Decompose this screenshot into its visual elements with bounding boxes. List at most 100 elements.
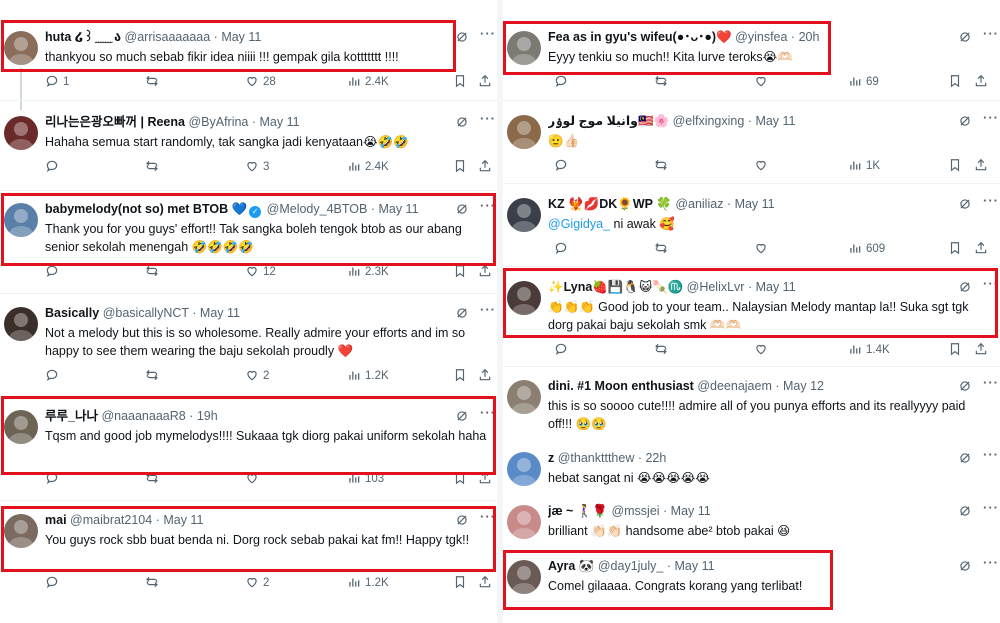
tweet-timestamp[interactable]: 22h — [645, 451, 666, 465]
display-name[interactable]: dini. #1 Moon enthusiast — [548, 379, 694, 393]
tweet-timestamp[interactable]: May 11 — [674, 559, 714, 573]
reply-button[interactable] — [554, 158, 572, 174]
more-icon[interactable]: ··· — [983, 448, 999, 462]
tweet-timestamp[interactable]: 19h — [197, 409, 218, 423]
like-button[interactable] — [754, 74, 772, 90]
more-icon[interactable]: ··· — [983, 27, 999, 41]
views-button[interactable]: 2.3K — [347, 264, 389, 280]
bookmark-button[interactable] — [453, 264, 471, 280]
display-name[interactable]: jæ ~ 🚶‍♀️🌹 — [548, 504, 608, 518]
display-name[interactable]: Ayra 🐼 — [548, 559, 594, 573]
user-handle[interactable]: @deenajaem — [697, 379, 772, 393]
user-handle[interactable]: @day1july_ — [598, 559, 664, 573]
avatar[interactable] — [507, 115, 541, 149]
more-icon[interactable]: ··· — [983, 501, 999, 515]
display-name[interactable]: babymelody(not so) met BTOB 💙 — [45, 202, 247, 216]
bookmark-button[interactable] — [453, 74, 471, 90]
reply-button[interactable] — [45, 575, 63, 591]
repost-button[interactable] — [145, 368, 163, 384]
views-button[interactable]: 1.2K — [347, 368, 389, 384]
share-button[interactable] — [478, 159, 496, 175]
tweet-timestamp[interactable]: 20h — [799, 30, 820, 44]
grok-icon[interactable] — [958, 280, 972, 294]
share-button[interactable] — [478, 368, 496, 384]
user-handle[interactable]: @Melody_4BTOB — [267, 202, 368, 216]
user-handle[interactable]: @aniliaz — [675, 197, 723, 211]
avatar[interactable] — [4, 307, 38, 341]
repost-button[interactable] — [654, 158, 672, 174]
reply-button[interactable] — [554, 342, 572, 358]
grok-icon[interactable] — [958, 30, 972, 44]
user-handle[interactable]: @maibrat2104 — [70, 513, 152, 527]
mention-link[interactable]: @Gigidya_ — [548, 217, 610, 231]
grok-icon[interactable] — [958, 559, 972, 573]
bookmark-button[interactable] — [948, 158, 966, 174]
more-icon[interactable]: ··· — [983, 194, 999, 208]
grok-icon[interactable] — [455, 30, 469, 44]
user-handle[interactable]: @yinsfea — [735, 30, 787, 44]
more-icon[interactable]: ··· — [480, 303, 496, 317]
tweet-timestamp[interactable]: May 11 — [378, 202, 418, 216]
avatar[interactable] — [507, 452, 541, 486]
repost-button[interactable] — [145, 74, 163, 90]
grok-icon[interactable] — [455, 115, 469, 129]
like-button[interactable]: 28 — [245, 74, 276, 90]
more-icon[interactable]: ··· — [480, 510, 496, 524]
display-name[interactable]: KZ 🐦‍🔥💋DK🌻WP 🍀 — [548, 197, 672, 211]
grok-icon[interactable] — [958, 504, 972, 518]
user-handle[interactable]: @ByAfrina — [188, 115, 248, 129]
user-handle[interactable]: @thankttthew — [558, 451, 635, 465]
bookmark-button[interactable] — [453, 575, 471, 591]
tweet-timestamp[interactable]: May 12 — [783, 379, 824, 393]
bookmark-button[interactable] — [453, 159, 471, 175]
views-button[interactable]: 1.2K — [347, 575, 389, 591]
views-button[interactable]: 609 — [848, 241, 885, 257]
display-name[interactable]: Basically — [45, 306, 99, 320]
display-name[interactable]: z — [548, 451, 554, 465]
bookmark-button[interactable] — [453, 368, 471, 384]
bookmark-button[interactable] — [948, 241, 966, 257]
share-button[interactable] — [478, 74, 496, 90]
like-button[interactable]: 2 — [245, 575, 269, 591]
share-button[interactable] — [974, 241, 992, 257]
display-name[interactable]: وانيلا موج لوۏر🇲🇾🌸 — [548, 114, 669, 128]
grok-icon[interactable] — [958, 114, 972, 128]
views-button[interactable]: 2.4K — [347, 74, 389, 90]
tweet-timestamp[interactable]: May 11 — [200, 306, 240, 320]
reply-button[interactable] — [45, 264, 63, 280]
grok-icon[interactable] — [455, 409, 469, 423]
grok-icon[interactable] — [958, 197, 972, 211]
reply-button[interactable] — [45, 159, 63, 175]
bookmark-button[interactable] — [948, 74, 966, 90]
share-button[interactable] — [478, 575, 496, 591]
views-button[interactable]: 1K — [848, 158, 880, 174]
avatar[interactable] — [4, 31, 38, 65]
reply-button[interactable] — [45, 368, 63, 384]
avatar[interactable] — [507, 380, 541, 414]
views-button[interactable]: 103 — [347, 471, 384, 487]
repost-button[interactable] — [145, 264, 163, 280]
tweet-timestamp[interactable]: May 11 — [671, 504, 711, 518]
avatar[interactable] — [4, 410, 38, 444]
repost-button[interactable] — [654, 241, 672, 257]
avatar[interactable] — [507, 198, 541, 232]
share-button[interactable] — [478, 264, 496, 280]
repost-button[interactable] — [654, 74, 672, 90]
more-icon[interactable]: ··· — [983, 277, 999, 291]
share-button[interactable] — [478, 471, 496, 487]
share-button[interactable] — [974, 342, 992, 358]
reply-button[interactable] — [45, 471, 63, 487]
repost-button[interactable] — [145, 575, 163, 591]
more-icon[interactable]: ··· — [983, 376, 999, 390]
like-button[interactable] — [754, 158, 772, 174]
display-name[interactable]: Fea as in gyu's wifeu(●･ᴗ･●)❤️ — [548, 30, 732, 44]
avatar[interactable] — [4, 203, 38, 237]
views-button[interactable]: 69 — [848, 74, 879, 90]
like-button[interactable]: 2 — [245, 368, 269, 384]
like-button[interactable] — [754, 342, 772, 358]
user-handle[interactable]: @naaanaaaR8 — [101, 409, 185, 423]
like-button[interactable] — [245, 471, 263, 487]
share-button[interactable] — [974, 74, 992, 90]
more-icon[interactable]: ··· — [983, 556, 999, 570]
user-handle[interactable]: @elfxingxing — [673, 114, 745, 128]
